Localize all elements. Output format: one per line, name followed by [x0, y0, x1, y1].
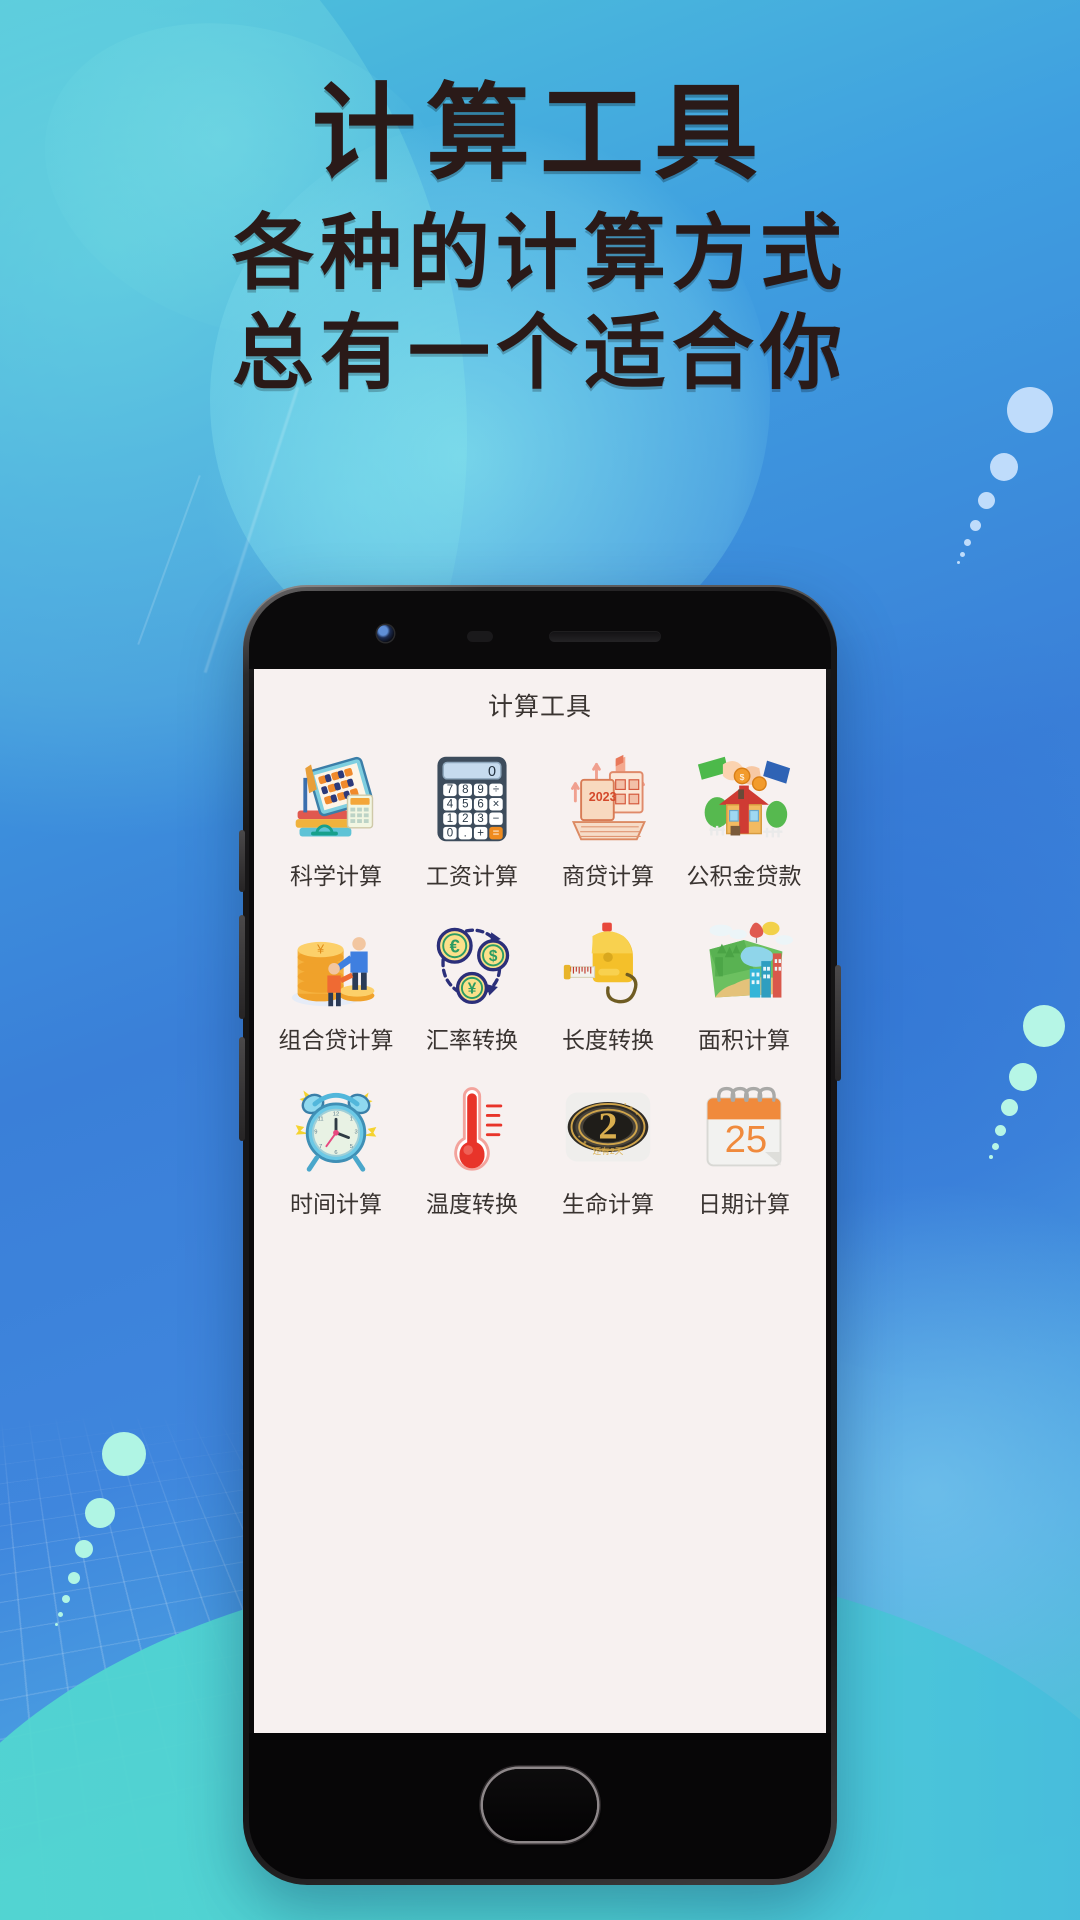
tool-item-date-calc[interactable]: 25 日期计算: [676, 1065, 812, 1229]
phone-button-left-1[interactable]: [239, 830, 245, 892]
bubble-trail-top-right: [945, 375, 1075, 575]
svg-text:7: 7: [447, 784, 453, 796]
home-button[interactable]: [483, 1769, 597, 1841]
svg-text:6: 6: [334, 1150, 337, 1156]
svg-text:3: 3: [477, 813, 483, 825]
phone-mockup: 计算工具 科学计算 0 7 8 9 ÷ 4 5 6 × 1 2 3 − 0 . …: [239, 585, 841, 1885]
tool-item-salary-calc[interactable]: 0 7 8 9 ÷ 4 5 6 × 1 2 3 − 0 . + = 工资计算: [404, 737, 540, 901]
svg-text:2: 2: [598, 1106, 617, 1148]
tool-item-area-calc[interactable]: 面积计算: [676, 901, 812, 1065]
svg-text:¥: ¥: [468, 981, 477, 998]
svg-text:+: +: [477, 827, 484, 839]
tool-item-currency-exchange[interactable]: € $ ¥ 汇率转换: [404, 901, 540, 1065]
svg-text:12: 12: [333, 1111, 339, 1117]
promo-headline-block: 计算工具 各种的计算方式 总有一个适合你: [0, 78, 1080, 404]
tool-label: 公积金贷款: [686, 864, 802, 890]
svg-text:4: 4: [447, 799, 454, 811]
svg-text:8: 8: [462, 784, 468, 796]
thermometer-icon: [420, 1079, 524, 1175]
svg-text:×: ×: [493, 799, 500, 811]
phone-button-volume-down[interactable]: [239, 1037, 245, 1141]
svg-text:7: 7: [319, 1144, 322, 1150]
tool-item-combined-loan-calc[interactable]: ¥ 组合贷计算: [268, 901, 404, 1065]
proximity-sensor-icon: [467, 631, 493, 642]
house-hands-coins-icon: $: [692, 751, 796, 847]
calendar-icon: 25: [692, 1079, 796, 1175]
tool-label: 时间计算: [290, 1192, 382, 1218]
svg-text:9: 9: [314, 1130, 317, 1136]
alarm-clock-icon: 12 1 3 5 6 7 9 11: [284, 1079, 388, 1175]
phone-bottom-bezel: [249, 1733, 831, 1879]
svg-text:1: 1: [447, 813, 453, 825]
svg-text:=: =: [493, 827, 500, 839]
promo-subtitle-line-1: 各种的计算方式: [231, 206, 848, 302]
svg-text:9: 9: [477, 784, 483, 796]
promo-headline: 计算工具: [311, 72, 768, 194]
countdown-gold-icon: 2 还有2天: [556, 1079, 660, 1175]
currency-exchange-icon: € $ ¥: [420, 915, 524, 1011]
svg-text:25: 25: [725, 1118, 768, 1161]
tape-measure-icon: [556, 915, 660, 1011]
tool-item-scientific-calc[interactable]: 科学计算: [268, 737, 404, 901]
svg-text:.: .: [464, 827, 467, 839]
svg-text:5: 5: [462, 799, 468, 811]
phone-button-power[interactable]: [835, 965, 841, 1081]
tool-label: 商贷计算: [562, 864, 654, 890]
tool-label: 温度转换: [426, 1192, 518, 1218]
tool-item-time-calc[interactable]: 12 1 3 5 6 7 9 11 时间计算: [268, 1065, 404, 1229]
svg-text:5: 5: [350, 1144, 353, 1150]
calculator-icon: 0 7 8 9 ÷ 4 5 6 × 1 2 3 − 0 . + =: [420, 751, 524, 847]
tool-label: 日期计算: [698, 1192, 790, 1218]
tool-label: 组合贷计算: [278, 1028, 394, 1054]
app-title: 计算工具: [487, 692, 592, 721]
tool-label: 汇率转换: [426, 1028, 518, 1054]
phone-body: 计算工具 科学计算 0 7 8 9 ÷ 4 5 6 × 1 2 3 − 0 . …: [249, 591, 831, 1879]
bubble-trail-right: [985, 995, 1080, 1159]
tool-item-life-calc[interactable]: 2 还有2天 生命计算: [540, 1065, 676, 1229]
tool-label: 工资计算: [426, 864, 518, 890]
svg-text:¥: ¥: [316, 942, 324, 956]
svg-text:3: 3: [355, 1130, 358, 1136]
front-camera-icon: [377, 625, 394, 642]
tool-item-length-convert[interactable]: 长度转换: [540, 901, 676, 1065]
svg-text:€: €: [450, 935, 460, 956]
svg-text:还有2天: 还有2天: [593, 1145, 624, 1156]
abacus-books-icon: [284, 751, 388, 847]
svg-text:11: 11: [318, 1116, 324, 1122]
laptop-documents-icon: 2023: [556, 751, 660, 847]
promo-subtitle-line-2: 总有一个适合你: [231, 306, 848, 402]
svg-text:0: 0: [488, 764, 496, 780]
phone-top-bezel: [249, 591, 831, 669]
tool-label: 生命计算: [562, 1192, 654, 1218]
land-map-icon: [692, 915, 796, 1011]
tool-item-commercial-loan-calc[interactable]: 2023 商贷计算: [540, 737, 676, 901]
svg-text:$: $: [740, 772, 745, 782]
phone-screen: 计算工具 科学计算 0 7 8 9 ÷ 4 5 6 × 1 2 3 − 0 . …: [254, 669, 826, 1739]
earpiece-speaker-icon: [549, 631, 661, 642]
phone-button-volume-up[interactable]: [239, 915, 245, 1019]
bubble-trail-bottom-left: [40, 1420, 200, 1630]
svg-text:6: 6: [477, 799, 483, 811]
svg-text:−: −: [493, 813, 500, 825]
tool-label: 面积计算: [698, 1028, 790, 1054]
svg-text:$: $: [489, 948, 498, 965]
svg-text:2: 2: [462, 813, 468, 825]
promo-subtitle: 各种的计算方式 总有一个适合你: [0, 204, 1080, 404]
svg-text:0: 0: [447, 827, 453, 839]
tool-label: 长度转换: [562, 1028, 654, 1054]
tool-grid: 科学计算 0 7 8 9 ÷ 4 5 6 × 1 2 3 − 0 . + = 工…: [254, 729, 826, 1229]
tool-label: 科学计算: [290, 864, 382, 890]
svg-text:2023: 2023: [589, 790, 617, 804]
tool-item-temperature-convert[interactable]: 温度转换: [404, 1065, 540, 1229]
svg-text:÷: ÷: [493, 784, 499, 796]
coin-stack-people-icon: ¥: [284, 915, 388, 1011]
svg-text:1: 1: [350, 1116, 353, 1122]
tool-item-housing-fund-loan[interactable]: $ 公积金贷款: [676, 737, 812, 901]
